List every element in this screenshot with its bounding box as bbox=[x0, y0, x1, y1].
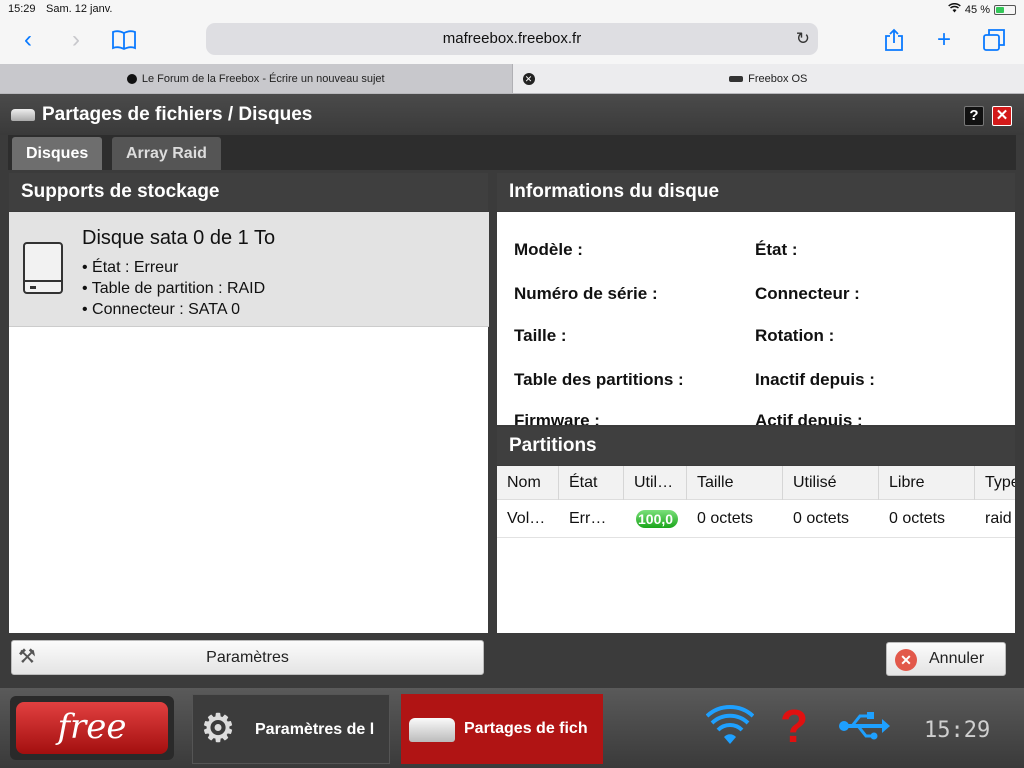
column-header-size[interactable]: Taille bbox=[687, 466, 783, 500]
disk-info-panel: Modèle : Numéro de série : Taille : Tabl… bbox=[497, 212, 1015, 425]
column-header-state[interactable]: État bbox=[559, 466, 624, 500]
disk-info-header: Informations du disque bbox=[497, 173, 1015, 211]
wifi-status-icon bbox=[948, 2, 961, 16]
disk-window-icon bbox=[11, 109, 35, 121]
info-active-since-label: Actif depuis : bbox=[755, 411, 863, 425]
cell-type: raid bbox=[985, 510, 1012, 527]
address-bar[interactable]: mafreebox.freebox.fr ↻ bbox=[206, 23, 818, 55]
info-partition-table-label: Table des partitions : bbox=[514, 370, 684, 389]
tab-disques[interactable]: Disques bbox=[12, 137, 103, 170]
settings-button-label: Paramètres bbox=[206, 649, 289, 666]
info-serial-label: Numéro de série : bbox=[514, 284, 658, 303]
forum-favicon-icon bbox=[126, 73, 137, 84]
info-idle-since-label: Inactif depuis : bbox=[755, 370, 875, 389]
cancel-button-label: Annuler bbox=[929, 650, 985, 667]
battery-icon bbox=[994, 4, 1016, 15]
help-button[interactable]: ? bbox=[964, 106, 984, 126]
browser-toolbar: ‹ › mafreebox.freebox.fr ↻ + bbox=[0, 18, 1024, 64]
browser-tab-label: Le Forum de la Freebox - Écrire un nouve… bbox=[141, 72, 385, 85]
browser-tabs: Le Forum de la Freebox - Écrire un nouve… bbox=[0, 64, 1024, 94]
wifi-icon[interactable] bbox=[705, 704, 755, 759]
window-title: Partages de fichiers / Disques bbox=[42, 104, 313, 125]
close-window-button[interactable]: ✕ bbox=[992, 106, 1012, 126]
storage-panel-header: Supports de stockage bbox=[9, 173, 488, 211]
taskbar-item-label: Paramètres de l bbox=[255, 721, 375, 738]
disk-partition-table: • Table de partition : RAID bbox=[82, 280, 266, 297]
cell-used: 0 octets bbox=[793, 510, 850, 527]
cancel-icon: ✕ bbox=[895, 649, 917, 671]
column-header-type[interactable]: Type bbox=[975, 466, 1015, 500]
ios-status-bar: 15:29 Sam. 12 janv. 45 % bbox=[0, 0, 1024, 18]
disk-list-item[interactable]: Disque sata 0 de 1 To • État : Erreur • … bbox=[9, 212, 489, 327]
help-icon[interactable]: ? bbox=[780, 703, 808, 749]
status-right: 45 % bbox=[948, 2, 1016, 16]
info-size-label: Taille : bbox=[514, 326, 567, 345]
tools-icon: ⚒ bbox=[18, 646, 36, 668]
taskbar-item-settings[interactable]: ⚙ Paramètres de l bbox=[192, 694, 390, 764]
taskbar-clock: 15:29 bbox=[924, 718, 991, 743]
taskbar-item-file-sharing[interactable]: Partages de fich bbox=[401, 694, 603, 764]
file-sharing-window: Partages de fichiers / Disques ? ✕ Disqu… bbox=[0, 95, 1024, 688]
status-date: Sam. 12 janv. bbox=[46, 3, 113, 15]
new-tab-icon[interactable]: + bbox=[930, 26, 958, 54]
partitions-header: Partitions bbox=[497, 427, 1015, 465]
disk-connector: • Connecteur : SATA 0 bbox=[82, 301, 240, 318]
usage-bar: 100,0 bbox=[636, 510, 678, 528]
cancel-button[interactable]: ✕ Annuler bbox=[886, 642, 1006, 676]
info-model-label: Modèle : bbox=[514, 240, 583, 259]
usb-icon[interactable] bbox=[838, 704, 892, 759]
window-tabs: Disques Array Raid bbox=[8, 135, 1016, 170]
column-header-name[interactable]: Nom bbox=[497, 466, 559, 500]
partitions-table: Nom État Util… Taille Utilisé Libre Type… bbox=[497, 466, 1015, 633]
freebox-favicon-icon bbox=[729, 75, 744, 82]
disk-title: Disque sata 0 de 1 To bbox=[82, 227, 276, 249]
browser-tab-freebox-os[interactable]: ✕ Freebox OS bbox=[512, 64, 1024, 93]
column-header-used[interactable]: Utilisé bbox=[783, 466, 879, 500]
cell-usage: 100,0 bbox=[624, 500, 687, 538]
column-header-free[interactable]: Libre bbox=[879, 466, 975, 500]
disk-state: • État : Erreur bbox=[82, 259, 179, 276]
browser-tab-forum[interactable]: Le Forum de la Freebox - Écrire un nouve… bbox=[0, 64, 513, 93]
forward-icon[interactable]: › bbox=[62, 26, 90, 54]
cell-name: Vol… bbox=[507, 510, 546, 527]
window-titlebar[interactable]: Partages de fichiers / Disques ? ✕ bbox=[0, 95, 1024, 135]
share-icon[interactable] bbox=[880, 26, 908, 54]
cell-state: Err… bbox=[569, 510, 607, 527]
free-logo: free bbox=[16, 702, 168, 754]
close-tab-icon[interactable]: ✕ bbox=[522, 73, 535, 85]
cell-size: 0 octets bbox=[697, 510, 754, 527]
tabs-overview-icon[interactable] bbox=[980, 26, 1008, 54]
storage-list: Disque sata 0 de 1 To • État : Erreur • … bbox=[9, 212, 489, 633]
table-row[interactable]: Vol… Err… 100,0 0 octets 0 octets 0 octe… bbox=[497, 500, 1015, 538]
column-header-usage[interactable]: Util… bbox=[624, 466, 687, 500]
back-icon[interactable]: ‹ bbox=[14, 26, 42, 54]
free-menu-button[interactable]: free bbox=[10, 696, 174, 760]
gears-icon: ⚙ bbox=[201, 708, 236, 750]
taskbar-item-label: Partages de fich bbox=[464, 720, 588, 737]
bookmarks-icon[interactable] bbox=[110, 26, 138, 54]
url-text: mafreebox.freebox.fr bbox=[442, 30, 582, 47]
tab-array-raid[interactable]: Array Raid bbox=[112, 137, 221, 170]
hard-disk-icon bbox=[23, 242, 63, 294]
battery-percent: 45 % bbox=[964, 3, 990, 16]
partitions-table-header: Nom État Util… Taille Utilisé Libre Type bbox=[497, 466, 1015, 500]
cell-free: 0 octets bbox=[889, 510, 946, 527]
info-rotation-label: Rotation : bbox=[755, 326, 835, 345]
info-connector-label: Connecteur : bbox=[755, 284, 860, 303]
browser-tab-label: Freebox OS bbox=[748, 72, 808, 85]
reload-icon[interactable]: ↻ bbox=[796, 23, 810, 55]
status-time: 15:29 bbox=[8, 3, 36, 15]
info-firmware-label: Firmware : bbox=[514, 411, 600, 425]
settings-button[interactable]: ⚒ Paramètres bbox=[11, 640, 484, 675]
disk-icon bbox=[409, 718, 455, 742]
freebox-taskbar: free ⚙ Paramètres de l Partages de fich … bbox=[0, 688, 1024, 768]
info-state-label: État : bbox=[755, 240, 798, 259]
